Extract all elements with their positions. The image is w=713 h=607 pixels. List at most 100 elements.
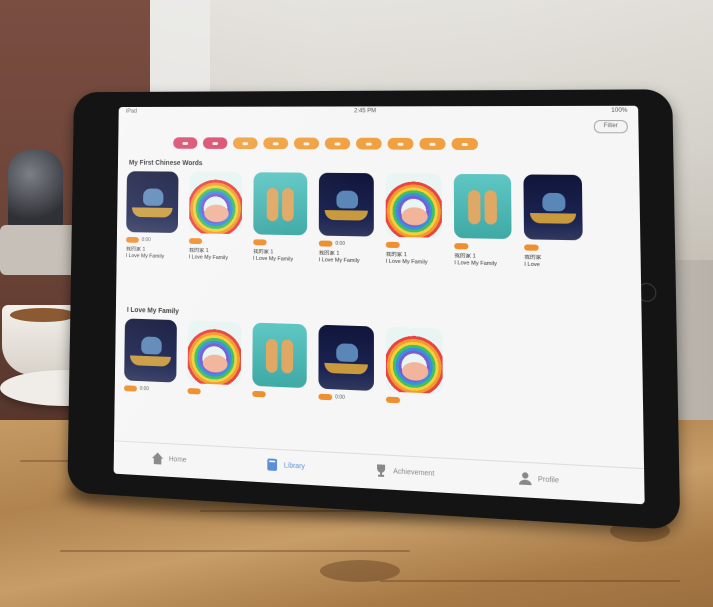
book-meta: [187, 387, 240, 397]
book-title-english: I Love My Family: [385, 258, 428, 266]
pig-illustration: [402, 361, 429, 382]
book-meta: [386, 396, 443, 407]
boat-illustration: [324, 362, 368, 375]
book-cover: [124, 318, 177, 383]
book-meta: [524, 243, 583, 252]
category-chip-2[interactable]: [202, 137, 228, 149]
book-title: [252, 401, 306, 403]
chip-label-mark: [397, 142, 404, 146]
book-cover: [318, 324, 374, 392]
book-title: [318, 404, 374, 406]
tab-profile[interactable]: Profile: [518, 471, 559, 488]
category-chip-3[interactable]: [232, 137, 258, 150]
book-title-english: [318, 404, 374, 406]
app-screen: iPad 2:45 PM 100% Filter My First Chines…: [113, 105, 645, 505]
category-chip-8[interactable]: [387, 137, 414, 150]
cat-illustration: [542, 192, 566, 212]
category-chip-7[interactable]: [356, 137, 382, 150]
book-card[interactable]: 0:00 我的家 1I Love My Family: [318, 172, 374, 265]
level-badge: [123, 385, 138, 392]
category-chip-1[interactable]: [173, 137, 198, 149]
child-illustration: [266, 187, 279, 222]
tab-home[interactable]: Home: [151, 451, 187, 467]
chip-label-mark: [461, 142, 468, 146]
boat-illustration: [131, 207, 173, 218]
filter-button[interactable]: Filter: [593, 120, 628, 134]
book-title-chinese: [187, 398, 240, 400]
book-cover: [385, 173, 442, 238]
book-duration: 0:00: [335, 240, 345, 247]
category-chip-6[interactable]: [324, 137, 351, 150]
book-title: 我的家 I Love: [524, 255, 583, 270]
tab-achievement[interactable]: Achievement: [374, 463, 434, 481]
book-title-english: I Love: [524, 261, 540, 268]
book-card[interactable]: [385, 326, 443, 410]
book-title-chinese: [252, 401, 306, 403]
book-title-english: I Love My Family: [125, 252, 165, 260]
boat-illustration: [324, 210, 368, 221]
book-card[interactable]: 0:00 我的家 1I Love My Family: [126, 171, 179, 260]
book-card[interactable]: 我的家 1I Love My Family: [453, 173, 512, 268]
book-meta: 0:00: [123, 384, 176, 394]
level-badge: [318, 240, 333, 247]
tab-library[interactable]: Library: [265, 457, 305, 473]
book-meta: [253, 238, 307, 247]
chip-label-mark: [212, 141, 218, 145]
level-badge: [386, 396, 401, 404]
book-meta: 0:00: [126, 236, 178, 245]
book-title: 我的家 1I Love My Family: [454, 253, 512, 268]
book-card[interactable]: 我的家 1I Love My Family: [188, 171, 243, 262]
book-title: 我的家 1I Love My Family: [386, 252, 442, 266]
tab-label: Home: [168, 455, 187, 464]
book-card[interactable]: 我的家 1I Love My Family: [385, 173, 442, 266]
ipad: iPad 2:45 PM 100% Filter My First Chines…: [67, 89, 681, 531]
book-meta: 0:00: [318, 393, 374, 403]
pig-illustration: [401, 207, 428, 226]
book-title-chinese: [318, 404, 374, 406]
category-chip-9[interactable]: [419, 137, 446, 150]
boat-illustration: [129, 355, 171, 367]
chip-label-mark: [242, 141, 249, 145]
boat-illustration: [530, 212, 577, 224]
book-card[interactable]: [187, 320, 242, 400]
book-card[interactable]: 0:00: [318, 324, 374, 406]
book-title: [386, 407, 443, 410]
book-meta: [188, 237, 242, 246]
book-cover: [453, 173, 512, 240]
child-illustration: [265, 338, 278, 373]
book-card[interactable]: [252, 322, 307, 404]
pig-illustration: [202, 354, 228, 373]
category-chip-4[interactable]: [263, 137, 289, 150]
status-bar: iPad 2:45 PM 100%: [119, 106, 639, 119]
book-cover: [126, 171, 179, 234]
book-cover: [187, 320, 242, 386]
child-illustration: [281, 339, 294, 374]
level-badge: [188, 238, 203, 245]
tab-label: Profile: [537, 475, 560, 485]
category-chip-5[interactable]: [293, 137, 320, 150]
chip-label-mark: [334, 142, 341, 146]
book-card[interactable]: 我的家 1I Love My Family: [253, 172, 308, 263]
book-title: 我的家 1I Love My Family: [319, 250, 374, 264]
book-card[interactable]: 0:00: [123, 318, 177, 397]
book-card[interactable]: 我的家 I Love: [523, 174, 583, 269]
book-meta: [252, 390, 306, 400]
category-chip-10[interactable]: [451, 137, 479, 151]
level-badge: [524, 244, 539, 251]
book-title: [187, 398, 240, 400]
cat-illustration: [336, 343, 359, 363]
status-device: iPad: [125, 108, 137, 115]
tab-bar: Home Library Achievement Profile: [113, 440, 645, 505]
book-title-english: [252, 401, 306, 403]
section-title: I Love My Family: [126, 306, 179, 316]
book-row: 0:00 我的家 1I Love My Family 我的家 1I Love My …: [126, 171, 583, 269]
child-illustration: [282, 188, 294, 222]
book-title-english: I Love My Family: [454, 259, 497, 267]
book-meta: [385, 241, 442, 250]
level-badge: [126, 236, 139, 243]
book-icon: [267, 458, 278, 471]
chip-label-mark: [272, 141, 279, 145]
chip-label-mark: [303, 141, 310, 145]
home-icon: [151, 452, 164, 465]
book-duration: 0:00: [335, 394, 345, 401]
